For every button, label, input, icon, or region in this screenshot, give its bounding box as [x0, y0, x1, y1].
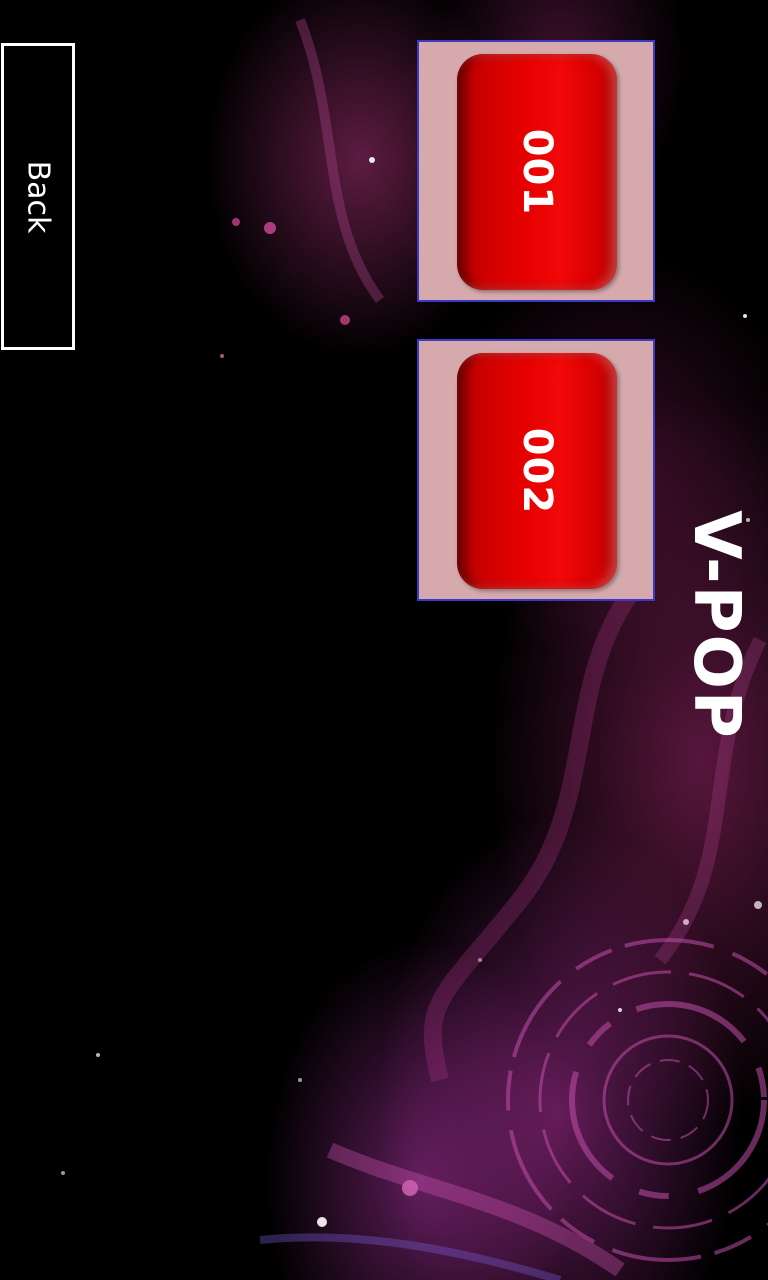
back-button[interactable]: Back	[1, 43, 75, 350]
nebula-strand	[326, 1142, 625, 1277]
red-pill-button[interactable]: 001	[457, 54, 617, 290]
star	[754, 901, 762, 909]
item-tile-002[interactable]: 002	[417, 339, 655, 601]
star	[220, 354, 224, 358]
star	[743, 314, 747, 318]
star	[317, 1217, 327, 1227]
star	[232, 218, 240, 226]
item-label: 001	[514, 128, 560, 216]
nebula-strand	[295, 18, 385, 303]
star	[340, 315, 350, 325]
title-container: V-POP	[672, 470, 760, 780]
back-button-label: Back	[20, 160, 56, 233]
item-label: 002	[514, 427, 560, 515]
nebula-strand	[259, 1233, 562, 1280]
star	[61, 1171, 65, 1175]
star	[369, 157, 375, 163]
star	[264, 222, 276, 234]
nebula-strand	[423, 574, 648, 1083]
star	[298, 1078, 302, 1082]
star	[96, 1053, 100, 1057]
star	[618, 1008, 622, 1012]
tech-circles	[506, 938, 768, 1262]
item-tile-001[interactable]: 001	[417, 40, 655, 302]
screen: Back 001 002 V-POP	[0, 0, 768, 1280]
page-title: V-POP	[679, 510, 753, 740]
red-pill-button[interactable]: 002	[457, 353, 617, 589]
